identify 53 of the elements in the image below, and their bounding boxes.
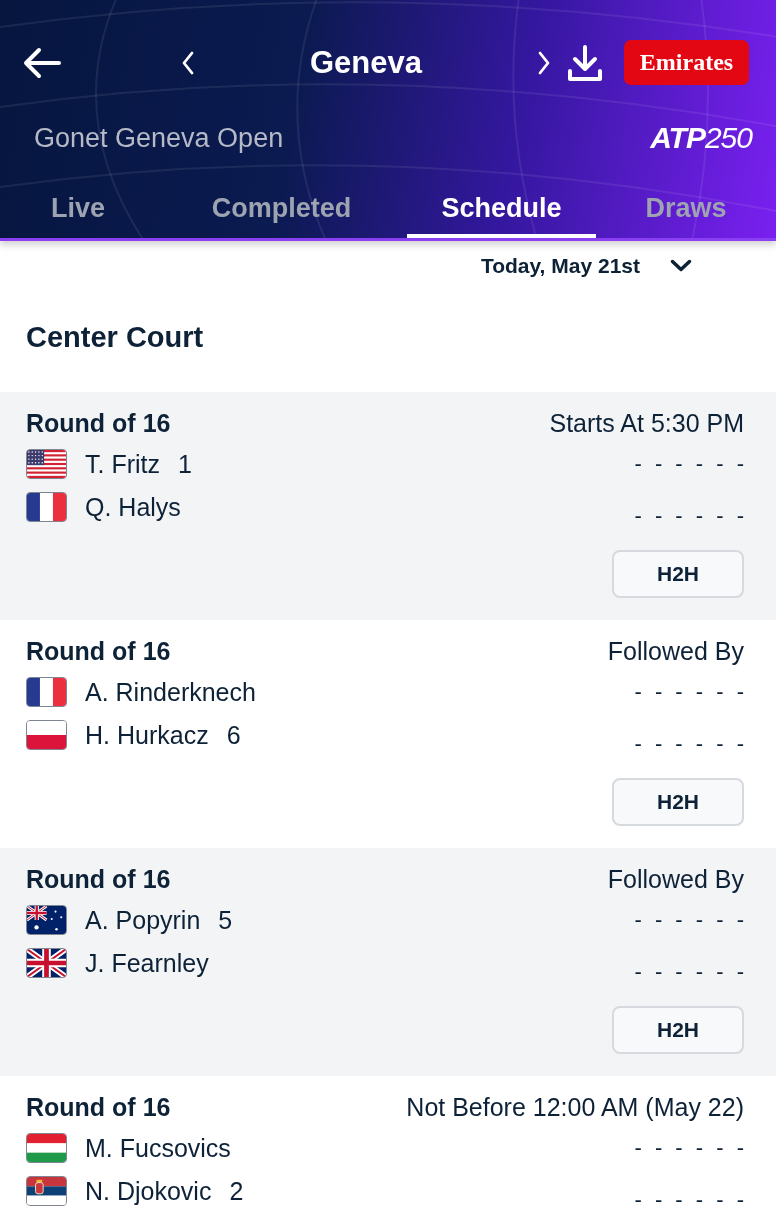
usa-flag-icon: [26, 449, 67, 479]
player-name: T. Fritz: [85, 449, 160, 479]
player-name: N. Djokovic: [85, 1176, 212, 1206]
score-dashes: - - - - - -: [634, 962, 744, 982]
score-dashes: - - - - - -: [634, 734, 744, 754]
player-name: A. Rinderknech: [85, 677, 256, 707]
chevron-right-icon[interactable]: [538, 50, 550, 75]
serbia-flag-icon: [26, 1176, 67, 1206]
city-title: Geneva: [310, 43, 422, 82]
player-name: H. Hurkacz: [85, 720, 209, 750]
h2h-button[interactable]: H2H: [612, 1006, 744, 1054]
score-dashes: - - - - - -: [634, 506, 744, 526]
h2h-button[interactable]: H2H: [612, 550, 744, 598]
player-name: Q. Halys: [85, 492, 181, 522]
chevron-left-icon[interactable]: [182, 50, 194, 75]
tab[interactable]: Live: [0, 160, 156, 238]
hungary-flag-icon: [26, 1133, 67, 1163]
date-dropdown[interactable]: Today, May 21st: [480, 251, 692, 280]
round-label: Round of 16: [26, 864, 172, 895]
seed-number: 2: [229, 1176, 244, 1206]
match-time: Followed By: [607, 864, 744, 895]
tour-logo: ATP250: [650, 120, 752, 156]
score-dashes: - - - - - -: [634, 910, 744, 930]
poland-flag-icon: [26, 720, 67, 750]
round-label: Round of 16: [26, 408, 172, 439]
france-flag-icon: [26, 677, 67, 707]
tournament-name: Gonet Geneva Open: [34, 122, 284, 155]
player-name: A. Popyrin: [85, 905, 201, 935]
player-name: M. Fucsovics: [85, 1133, 231, 1163]
sponsor-logo[interactable]: Emirates: [624, 40, 749, 85]
seed-number: 5: [218, 905, 233, 935]
tab[interactable]: Completed: [156, 160, 407, 238]
chevron-down-icon: [670, 259, 692, 272]
australia-flag-icon: [26, 905, 67, 935]
uk-flag-icon: [26, 948, 67, 978]
france-flag-icon: [26, 492, 67, 522]
court-title: Center Court: [26, 320, 204, 355]
back-arrow-icon[interactable]: [22, 46, 62, 79]
match-time: Followed By: [607, 636, 744, 667]
score-dashes: - - - - - -: [634, 1190, 744, 1210]
h2h-button[interactable]: H2H: [612, 778, 744, 826]
player-name: J. Fearnley: [85, 948, 209, 978]
seed-number: 6: [226, 720, 241, 750]
match-time: Not Before 12:00 AM (May 22): [406, 1092, 744, 1123]
round-label: Round of 16: [26, 636, 172, 667]
download-icon[interactable]: [568, 44, 602, 81]
score-dashes: - - - - - -: [634, 454, 744, 474]
score-dashes: - - - - - -: [634, 1138, 744, 1158]
round-label: Round of 16: [26, 1092, 172, 1123]
match-time: Starts At 5:30 PM: [549, 408, 744, 439]
score-dashes: - - - - - -: [634, 682, 744, 702]
seed-number: 1: [178, 449, 192, 479]
tab[interactable]: Schedule: [407, 160, 596, 238]
